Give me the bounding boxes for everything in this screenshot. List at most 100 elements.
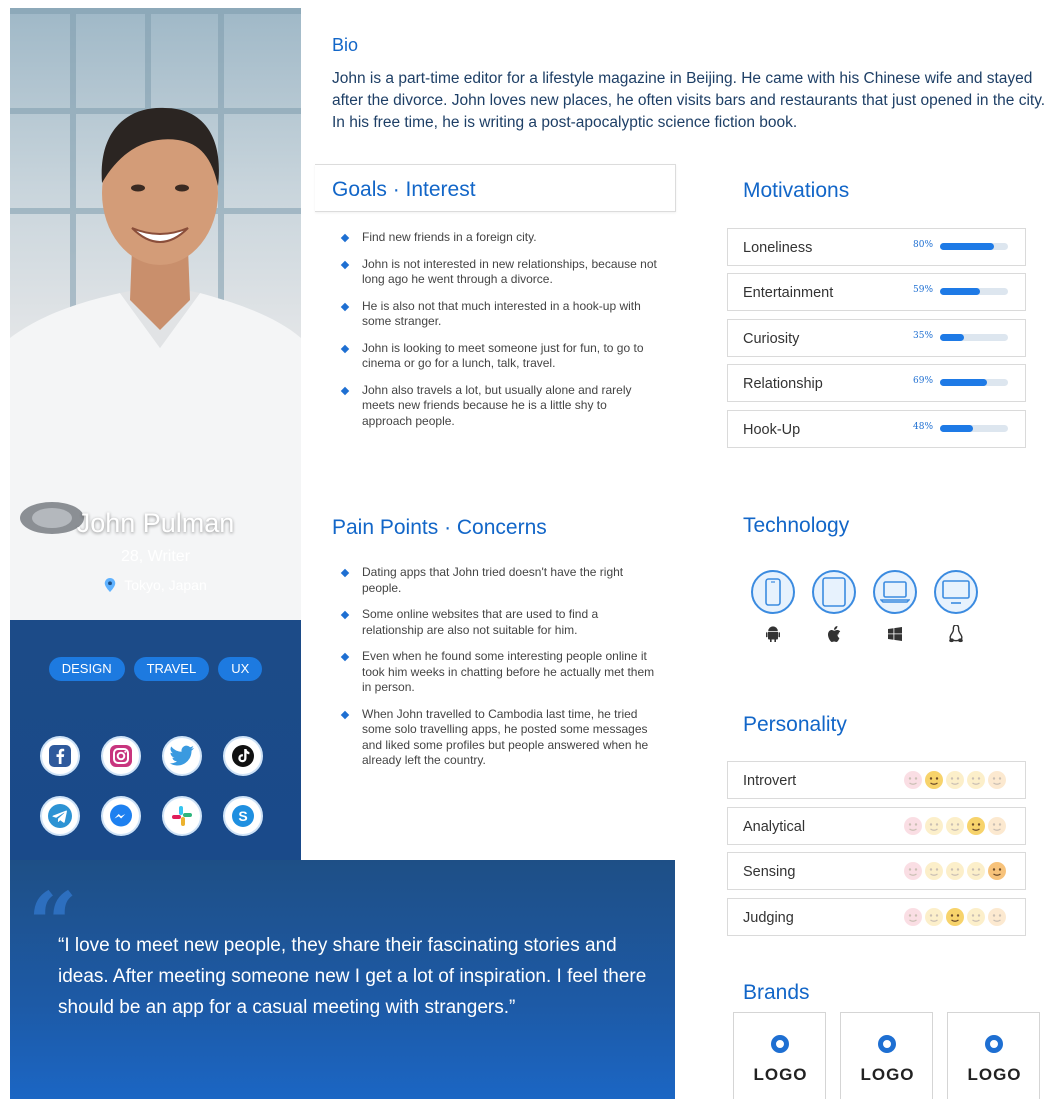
personality-label: Sensing <box>743 864 796 880</box>
list-item: John is not interested in new relationsh… <box>340 257 660 288</box>
pain-points-heading: Pain Points · Concerns <box>332 516 547 539</box>
angry-face-icon <box>904 771 922 789</box>
location-pin-icon <box>105 578 116 592</box>
brand-logo-text: LOGO <box>753 1065 808 1084</box>
angry-face-icon <box>904 817 922 835</box>
motivation-label: Hook-Up <box>743 422 801 438</box>
brand-logo[interactable]: LOGO <box>733 1012 826 1099</box>
brand-logo-text: LOGO <box>967 1065 1022 1084</box>
angry-face-icon <box>904 862 922 880</box>
desktop-icon <box>934 570 978 614</box>
logo-ring-icon <box>985 1035 1003 1053</box>
personality-row: Analytical <box>727 807 1026 845</box>
persona-age-role: 28, Writer <box>120 548 191 565</box>
slack-icon[interactable] <box>162 796 202 836</box>
svg-text:S: S <box>238 808 247 824</box>
heart-eyes-face-icon <box>988 771 1006 789</box>
persona-location: Tokyo, Japan <box>10 577 301 593</box>
heart-eyes-face-icon <box>988 817 1006 835</box>
motivation-row: Entertainment 59% <box>727 273 1026 311</box>
heart-eyes-face-icon <box>988 862 1006 880</box>
motivation-bar-fill <box>940 334 964 341</box>
motivation-bar <box>940 425 1008 432</box>
bio-text: John is a part-time editor for a lifesty… <box>332 70 1046 131</box>
neutral-face-icon <box>946 862 964 880</box>
personality-row: Sensing <box>727 852 1026 890</box>
angry-face-icon <box>904 908 922 926</box>
brands-heading: Brands <box>743 981 810 1004</box>
motivation-row: Relationship 69% <box>727 364 1026 402</box>
brand-logo[interactable]: LOGO <box>947 1012 1040 1099</box>
motivation-bar <box>940 243 1008 250</box>
pain-points-list: Dating apps that John tried doesn't have… <box>340 565 660 780</box>
persona-name: John Pulman <box>76 508 235 538</box>
tag-travel[interactable]: TRAVEL <box>133 657 210 681</box>
motivation-percent: 80% <box>913 240 934 250</box>
neutral-face-icon <box>946 817 964 835</box>
quote-text: “I love to meet new people, they share t… <box>58 935 647 1018</box>
list-item: Even when he found some interesting peop… <box>340 649 660 696</box>
apple-icon <box>824 624 844 644</box>
sunglasses-face-icon <box>967 862 985 880</box>
personality-row: Judging <box>727 898 1026 936</box>
logo-ring-icon <box>771 1035 789 1053</box>
tag-list: DESIGN TRAVEL UX <box>10 657 301 681</box>
crying-face-icon <box>925 817 943 835</box>
list-item: He is also not that much interested in a… <box>340 299 660 330</box>
personality-label: Judging <box>743 910 794 926</box>
laptop-icon <box>873 570 917 614</box>
motivation-bar-fill <box>940 288 981 295</box>
heart-eyes-face-icon <box>988 908 1006 926</box>
personality-scale <box>904 771 1006 789</box>
motivation-percent: 59% <box>913 285 934 295</box>
facebook-icon[interactable] <box>40 736 80 776</box>
bio-heading: Bio <box>332 35 359 55</box>
brand-logo[interactable]: LOGO <box>840 1012 933 1099</box>
brand-logo-text: LOGO <box>860 1065 915 1084</box>
device-list <box>751 570 978 614</box>
motivation-bar <box>940 288 1008 295</box>
tag-design[interactable]: DESIGN <box>48 657 125 681</box>
personality-label: Introvert <box>743 773 797 789</box>
list-item: When John travelled to Cambodia last tim… <box>340 707 660 769</box>
telegram-icon[interactable] <box>40 796 80 836</box>
personality-scale <box>904 862 1006 880</box>
motivation-percent: 69% <box>913 376 934 386</box>
list-item: Dating apps that John tried doesn't have… <box>340 565 660 596</box>
profile-card: John Pulman 28, Writer Tokyo, Japan DESI… <box>10 8 301 860</box>
location-text: Tokyo, Japan <box>124 577 207 593</box>
list-item: Some online websites that are used to fi… <box>340 607 660 638</box>
phone-icon <box>751 570 795 614</box>
personality-row: Introvert <box>727 761 1026 799</box>
social-links: S <box>40 736 280 836</box>
skype-icon[interactable]: S <box>223 796 263 836</box>
linux-icon <box>946 624 966 644</box>
twitter-icon[interactable] <box>162 736 202 776</box>
motivation-label: Entertainment <box>743 285 834 301</box>
motivations-heading: Motivations <box>743 179 850 202</box>
persona-quote: “ “I love to meet new people, they share… <box>10 860 675 1099</box>
tiktok-icon[interactable] <box>223 736 263 776</box>
motivation-row: Loneliness 80% <box>727 228 1026 266</box>
motivation-row: Curiosity 35% <box>727 319 1026 357</box>
tag-ux[interactable]: UX <box>218 657 263 681</box>
technology-heading: Technology <box>743 514 850 537</box>
crying-face-icon <box>925 862 943 880</box>
motivation-label: Curiosity <box>743 331 800 347</box>
crying-face-icon <box>925 908 943 926</box>
tablet-icon <box>812 570 856 614</box>
motivation-bar-fill <box>940 425 973 432</box>
brand-list: LOGO LOGO LOGO <box>733 1012 1040 1099</box>
motivation-percent: 48% <box>913 422 934 432</box>
instagram-icon[interactable] <box>101 736 141 776</box>
goals-list: Find new friends in a foreign city. John… <box>340 230 660 440</box>
messenger-icon[interactable] <box>101 796 141 836</box>
android-icon <box>763 624 783 644</box>
os-list <box>763 624 966 644</box>
motivation-label: Loneliness <box>743 240 813 256</box>
motivation-bar <box>940 334 1008 341</box>
goals-heading: Goals · Interest <box>332 178 476 201</box>
windows-icon <box>885 624 905 644</box>
motivation-bar-fill <box>940 379 987 386</box>
personality-label: Analytical <box>743 819 806 835</box>
